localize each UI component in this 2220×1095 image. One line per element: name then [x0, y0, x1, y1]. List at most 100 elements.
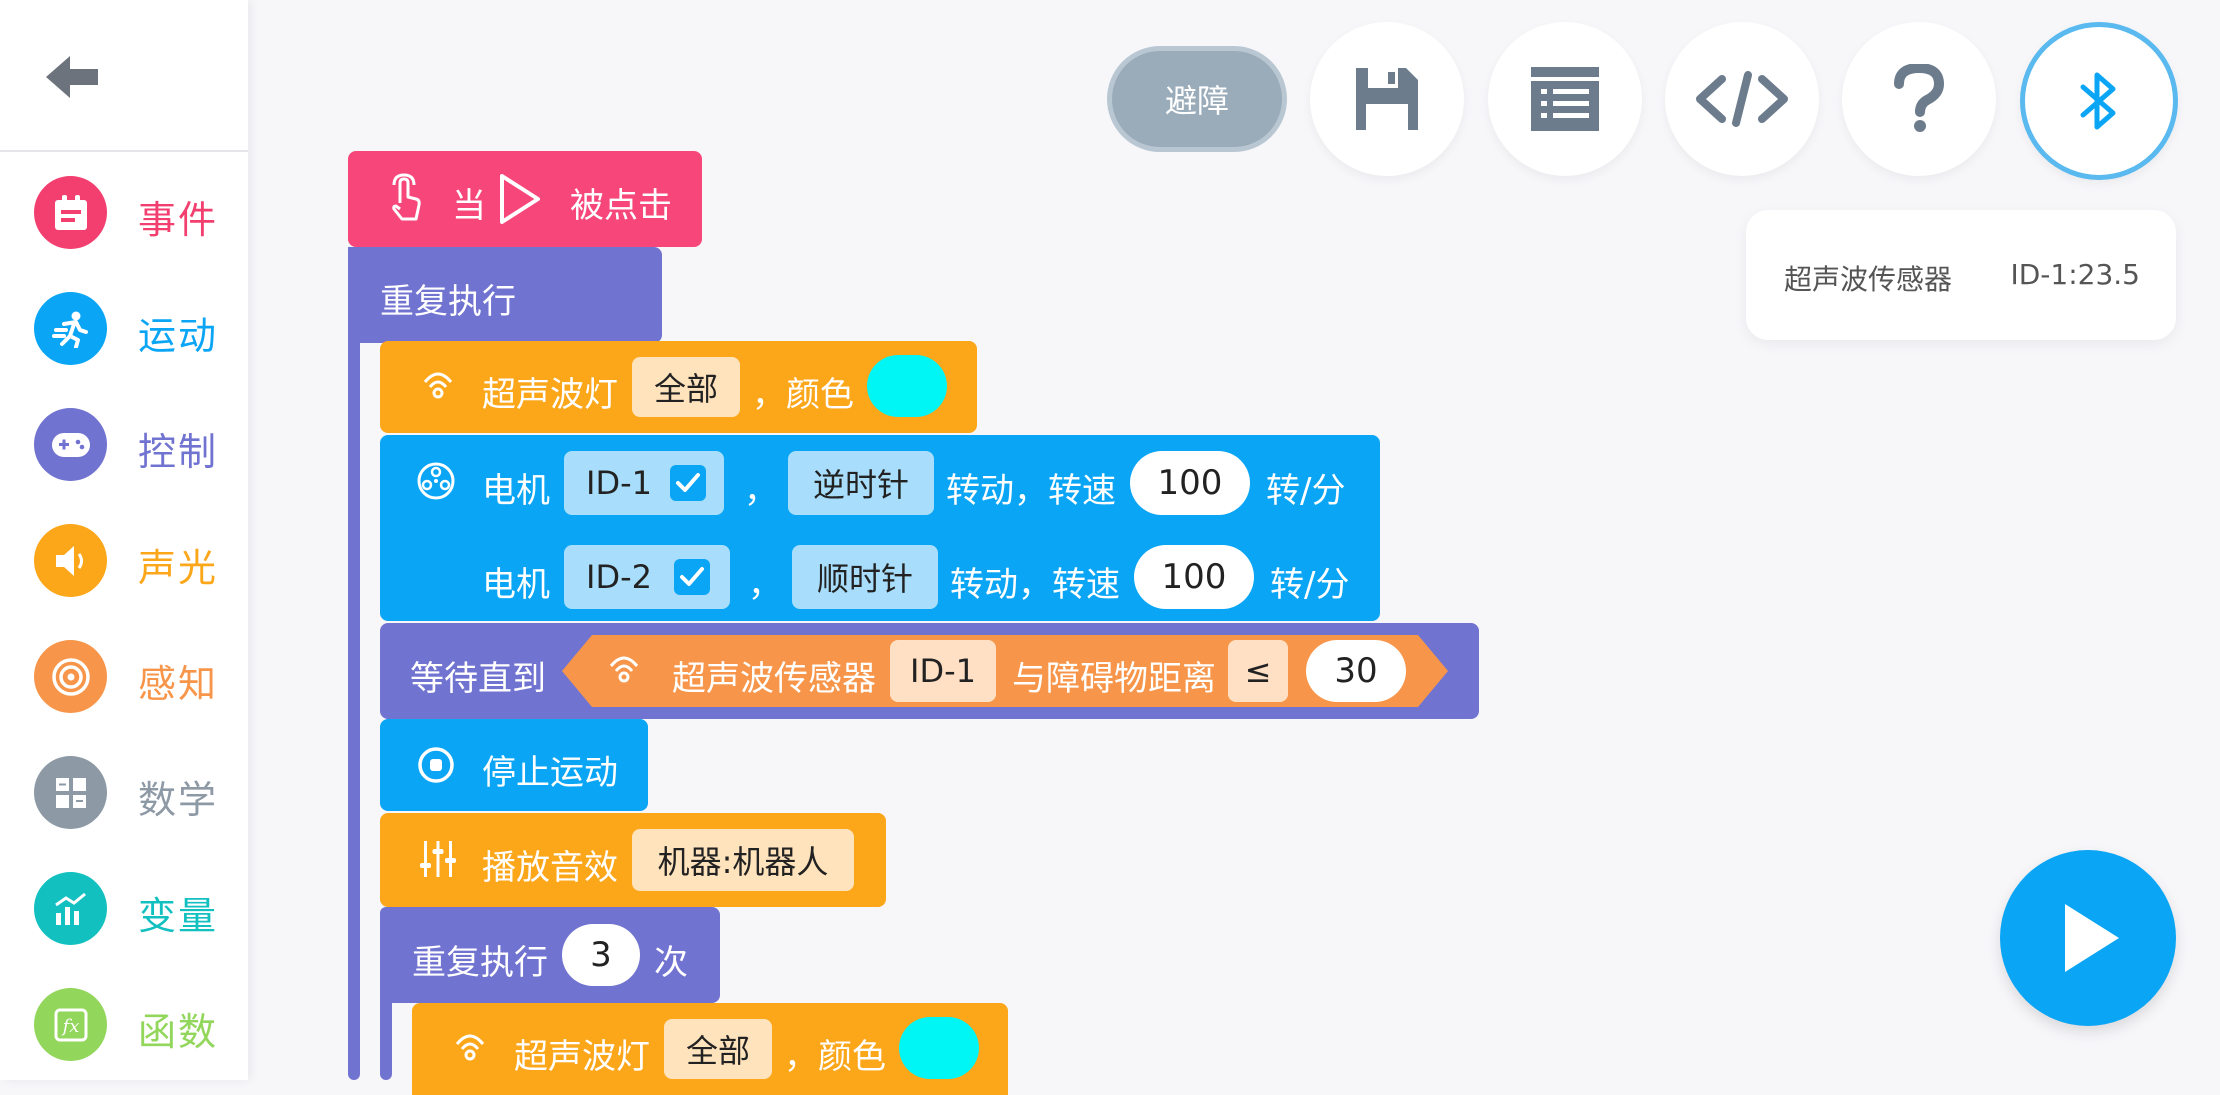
stop-label: 停止运动 — [482, 753, 618, 793]
sensor-name: 超声波传感器 — [1784, 263, 1953, 296]
bluetooth-button[interactable] — [2020, 22, 2178, 180]
repeat-count-input[interactable]: 3 — [562, 924, 640, 986]
category-label: 函数 — [138, 1010, 219, 1054]
ultrasonic-icon — [423, 372, 453, 399]
category-events[interactable]: 事件 — [0, 162, 248, 262]
code-icon — [1696, 71, 1788, 127]
distance-value-input[interactable]: 30 — [1306, 640, 1406, 702]
function-icon: fx — [34, 988, 107, 1061]
sensor-value: ID-1:23.5 — [2010, 258, 2140, 291]
rpm-unit-label: 转/分 — [1266, 471, 1346, 511]
equalizer-icon — [420, 841, 456, 877]
when-label: 当 — [452, 186, 486, 226]
run-button[interactable] — [2000, 850, 2176, 1026]
rotate-speed-label: 转动，转速 — [950, 565, 1120, 605]
touch-icon — [392, 173, 421, 221]
category-label: 变量 — [138, 894, 219, 938]
stop-motion-block[interactable]: 停止运动 — [380, 719, 648, 811]
repeat-n-block[interactable]: 重复执行 3 次 — [380, 907, 720, 1003]
color-label: ，颜色 — [784, 1037, 886, 1077]
ultrasonic-icon — [455, 1034, 485, 1061]
sensor-label: 超声波传感器 — [672, 659, 876, 699]
calendar-icon — [34, 176, 107, 249]
wait-until-block[interactable]: 等待直到 超声波传感器 ID-1 与障碍物距离 ≤ 30 — [380, 623, 1479, 719]
light-target-dropdown[interactable]: 全部 — [664, 1019, 772, 1079]
gamepad-icon — [34, 408, 107, 481]
comma-label: ， — [744, 471, 778, 511]
mode-button[interactable]: 避障 — [1107, 46, 1287, 152]
save-button[interactable] — [1310, 22, 1464, 176]
motor-speed-block[interactable]: 电机 ID-1 ， 逆时针 转动，转速 100 转/分 电机 ID-2 ， 顺时… — [380, 435, 1380, 621]
play-sound-label: 播放音效 — [482, 848, 618, 888]
color-swatch[interactable] — [867, 355, 947, 417]
play-icon — [2065, 904, 2119, 972]
color-swatch[interactable] — [899, 1017, 979, 1079]
category-label: 事件 — [138, 198, 219, 242]
category-sidebar: 事件 运动 控制 声光 感知 数学 变量 fx 函数 — [0, 0, 248, 1080]
bluetooth-icon — [2080, 72, 2116, 130]
forever-block-arm — [348, 247, 360, 1080]
operator-dropdown[interactable]: ≤ — [1228, 640, 1288, 702]
category-sensing[interactable]: 感知 — [0, 626, 248, 726]
light-label: 超声波灯 — [514, 1037, 650, 1077]
ultrasonic-light-block[interactable]: 超声波灯 全部 ，颜色 — [380, 341, 977, 433]
motor-id-dropdown[interactable]: ID-2 — [564, 545, 730, 609]
speed-input[interactable]: 100 — [1134, 545, 1254, 609]
rotate-speed-label: 转动，转速 — [946, 471, 1116, 511]
list-icon — [1531, 67, 1599, 131]
motor-icon — [417, 462, 455, 500]
running-icon — [34, 292, 107, 365]
category-motion[interactable]: 运动 — [0, 278, 248, 378]
svg-text:fx: fx — [60, 1016, 79, 1037]
wait-until-label: 等待直到 — [410, 659, 546, 699]
motor-id-text: ID-1 — [586, 464, 652, 502]
green-flag-play-icon — [500, 174, 540, 224]
help-button[interactable] — [1842, 22, 1996, 176]
category-label: 运动 — [138, 314, 219, 358]
back-area — [0, 0, 248, 152]
category-control[interactable]: 控制 — [0, 394, 248, 494]
stop-icon — [418, 747, 454, 783]
calculator-icon — [34, 756, 107, 829]
checkbox-checked-icon[interactable] — [670, 465, 706, 501]
play-sound-block[interactable]: 播放音效 机器:机器人 — [380, 813, 886, 907]
ultrasonic-icon — [609, 656, 639, 683]
category-label: 感知 — [138, 662, 219, 706]
motor-label: 电机 — [482, 471, 550, 511]
category-functions[interactable]: fx 函数 — [0, 974, 248, 1074]
motor-label: 电机 — [482, 565, 550, 605]
category-math[interactable]: 数学 — [0, 742, 248, 842]
repeat-forever-block[interactable]: 重复执行 — [348, 247, 662, 343]
direction-dropdown[interactable]: 逆时针 — [788, 451, 934, 515]
clicked-label: 被点击 — [570, 186, 672, 226]
distance-label: 与障碍物距离 — [1012, 659, 1216, 699]
repeat-label: 重复执行 — [412, 943, 548, 983]
ultrasonic-light-block[interactable]: 超声波灯 全部 ，颜色 — [412, 1003, 1008, 1095]
category-label: 控制 — [138, 430, 219, 474]
list-button[interactable] — [1488, 22, 1642, 176]
when-clicked-hat-block[interactable]: 当 被点击 — [348, 151, 702, 247]
light-label: 超声波灯 — [482, 375, 618, 415]
color-label: ，颜色 — [752, 375, 854, 415]
comma-label: ， — [748, 565, 782, 605]
checkbox-checked-icon[interactable] — [674, 559, 710, 595]
light-target-dropdown[interactable]: 全部 — [632, 357, 740, 417]
motor-id-text: ID-2 — [586, 558, 652, 596]
sound-dropdown[interactable]: 机器:机器人 — [632, 829, 854, 891]
sensor-id-dropdown[interactable]: ID-1 — [890, 640, 996, 702]
category-sound-light[interactable]: 声光 — [0, 510, 248, 610]
direction-dropdown[interactable]: 顺时针 — [792, 545, 938, 609]
speed-input[interactable]: 100 — [1130, 451, 1250, 515]
speaker-icon — [34, 524, 107, 597]
category-label: 数学 — [138, 778, 219, 822]
category-variables[interactable]: 变量 — [0, 858, 248, 958]
chart-icon — [34, 872, 107, 945]
code-view-button[interactable] — [1665, 22, 1819, 176]
back-arrow-icon[interactable] — [46, 54, 98, 100]
repeat-forever-label: 重复执行 — [380, 282, 516, 322]
target-icon — [34, 640, 107, 713]
floppy-disk-icon — [1356, 68, 1418, 130]
times-label: 次 — [654, 943, 688, 983]
motor-id-dropdown[interactable]: ID-1 — [564, 451, 724, 515]
sensor-reading-panel: 超声波传感器 ID-1:23.5 — [1746, 210, 2176, 340]
